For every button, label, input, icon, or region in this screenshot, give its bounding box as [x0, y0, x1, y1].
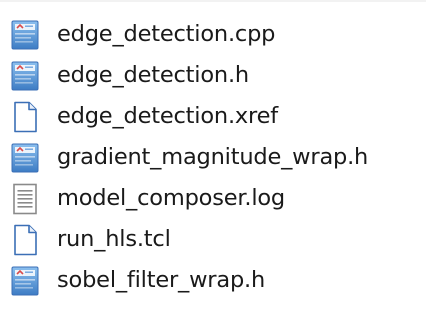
file-item-edge-detection-xref[interactable]: edge_detection.xref [8, 96, 426, 137]
file-name: model_composer.log [57, 185, 286, 212]
file-name: edge_detection.xref [57, 103, 278, 130]
code-file-icon [11, 143, 39, 172]
file-name: gradient_magnitude_wrap.h [57, 144, 369, 171]
file-name: edge_detection.h [57, 62, 249, 89]
file-name: run_hls.tcl [57, 226, 171, 253]
text-file-icon [13, 183, 37, 214]
file-item-gradient-magnitude-wrap-h[interactable]: gradient_magnitude_wrap.h [8, 137, 426, 178]
code-file-icon [11, 266, 39, 295]
code-file-icon [11, 20, 39, 49]
file-item-edge-detection-h[interactable]: edge_detection.h [8, 55, 426, 96]
file-name: sobel_filter_wrap.h [57, 267, 266, 294]
blank-file-icon [14, 101, 37, 132]
file-list: edge_detection.cpp edge_detection.h edge… [8, 14, 426, 301]
file-item-run-hls-tcl[interactable]: run_hls.tcl [8, 219, 426, 260]
file-name: edge_detection.cpp [57, 21, 276, 48]
file-item-sobel-filter-wrap-h[interactable]: sobel_filter_wrap.h [8, 260, 426, 301]
code-file-icon [11, 61, 39, 90]
top-divider [0, 0, 426, 2]
file-item-edge-detection-cpp[interactable]: edge_detection.cpp [8, 14, 426, 55]
file-item-model-composer-log[interactable]: model_composer.log [8, 178, 426, 219]
blank-file-icon [14, 224, 37, 255]
